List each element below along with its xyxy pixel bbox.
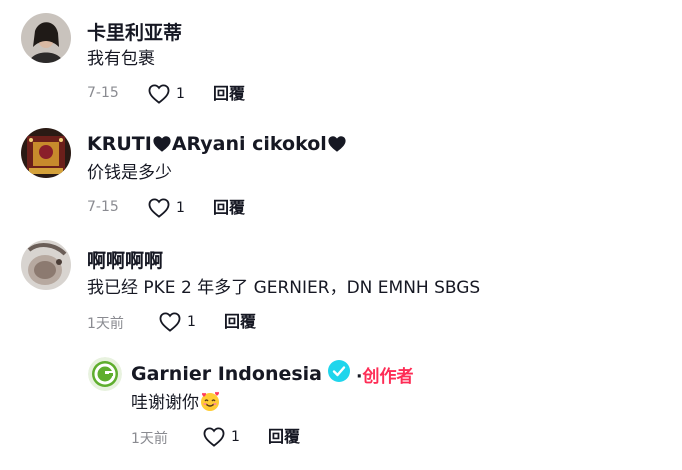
creator-avatar[interactable]	[88, 357, 122, 391]
reply-text: 哇谢谢你	[131, 390, 221, 414]
reply-date: 1天前	[131, 431, 168, 447]
comment-date: 1天前	[87, 316, 124, 332]
comment-date: 7-15	[87, 85, 119, 101]
comment-date: 7-15	[87, 199, 119, 215]
reply-button[interactable]: 回覆	[268, 426, 300, 448]
username-part: KRUTI	[87, 133, 152, 155]
comment-item: KRUTI ARyani cikokol 价钱是多少 7-15 1 回覆	[0, 115, 682, 230]
reply-button[interactable]: 回覆	[224, 311, 256, 333]
black-heart-icon	[328, 136, 346, 152]
comment-text: 我有包裹	[87, 49, 155, 69]
user-avatar[interactable]	[21, 240, 71, 290]
heart-icon	[148, 198, 170, 218]
black-heart-icon	[153, 136, 171, 152]
verified-badge-icon	[328, 360, 350, 382]
comment-meta: 1天前 1 回覆	[87, 311, 387, 335]
comment-username[interactable]: KRUTI ARyani cikokol	[87, 132, 347, 156]
comment-meta: 7-15 1 回覆	[87, 83, 387, 107]
like-count: 1	[176, 200, 185, 216]
comment-username[interactable]: 啊啊啊啊	[87, 249, 163, 273]
comment-text: 价钱是多少	[87, 163, 172, 183]
like-count: 1	[187, 314, 196, 330]
like-button[interactable]: 1	[148, 197, 198, 221]
comment-item: 卡里利亚蒂 我有包裹 7-15 1 回覆	[0, 0, 682, 115]
reply-meta: 1天前 1 回覆	[131, 426, 431, 450]
like-count: 1	[231, 429, 240, 445]
garnier-logo-icon	[88, 357, 122, 391]
creator-badge: ·创作者	[356, 362, 413, 387]
comment-username[interactable]: 卡里利亚蒂	[87, 21, 182, 45]
comment-item: 啊啊啊啊 我已经 PKE 2 年多了 GERNIER，DN EMNH SBGS …	[0, 230, 682, 350]
heart-icon	[148, 84, 170, 104]
like-button[interactable]: 1	[203, 426, 253, 450]
avatar-photo	[21, 13, 71, 63]
username-part: ARyani cikokol	[171, 133, 327, 155]
reply-button[interactable]: 回覆	[213, 83, 245, 105]
like-button[interactable]: 1	[159, 311, 209, 335]
reply-username[interactable]: Garnier Indonesia	[131, 362, 322, 386]
like-button[interactable]: 1	[148, 83, 198, 107]
comment-text: 我已经 PKE 2 年多了 GERNIER，DN EMNH SBGS	[87, 278, 481, 298]
reply-item: Garnier Indonesia ·创作者 哇谢谢你 1天前 1 回覆	[0, 350, 682, 470]
creator-label: 创作者	[362, 367, 414, 387]
user-avatar[interactable]	[21, 128, 71, 178]
avatar-photo	[21, 240, 71, 290]
reply-text-content: 哇谢谢你	[131, 393, 199, 413]
heart-icon	[203, 427, 225, 447]
like-count: 1	[176, 86, 185, 102]
comment-meta: 7-15 1 回覆	[87, 197, 387, 221]
user-avatar[interactable]	[21, 13, 71, 63]
avatar-photo	[21, 128, 71, 178]
reply-button[interactable]: 回覆	[213, 197, 245, 219]
heart-icon	[159, 312, 181, 332]
smiling-face-with-hearts-icon	[201, 391, 219, 411]
